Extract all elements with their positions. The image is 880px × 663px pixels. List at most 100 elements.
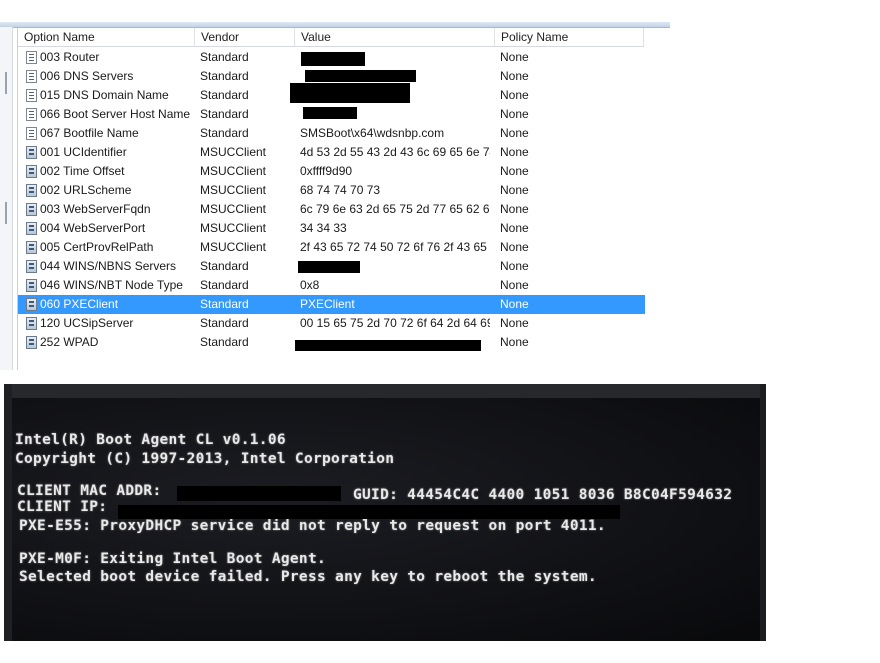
option-name-cell: 002 Time Offset (40, 164, 125, 178)
column-header-row: Option Name Vendor Value Policy Name (18, 28, 644, 47)
redaction-bar (295, 340, 481, 351)
policy-cell: None (500, 164, 529, 178)
policy-cell: None (500, 126, 529, 140)
monitor-bezel-top (4, 384, 766, 398)
vendor-cell: Standard (200, 50, 249, 64)
vendor-cell: Standard (200, 107, 249, 121)
vendor-option-icon (26, 260, 37, 273)
value-cell: 4d 53 2d 55 43 2d 43 6c 69 65 6e 74 (300, 145, 490, 159)
option-name-cell: 006 DNS Servers (40, 69, 134, 83)
option-row[interactable]: 046 WINS/NBT Node Type Standard 0x8 None (18, 276, 645, 295)
vendor-option-icon (26, 146, 37, 159)
option-row[interactable]: 004 WebServerPort MSUCClient 34 34 33 None (18, 219, 645, 238)
column-header-label: Policy Name (501, 30, 569, 44)
value-cell: 0xffff9d90 (300, 164, 353, 178)
option-name-cell: 067 Bootfile Name (40, 126, 139, 140)
option-row[interactable]: 002 Time Offset MSUCClient 0xffff9d90 None (18, 162, 645, 181)
option-row[interactable]: 003 WebServerFqdn MSUCClient 6c 79 6e 63 2… (18, 200, 645, 219)
option-name-cell: 060 PXEClient (40, 297, 119, 311)
vendor-option-icon (26, 222, 37, 235)
option-name-cell: 003 WebServerFqdn (40, 202, 151, 216)
option-row[interactable]: 120 UCSipServer Standard 00 15 65 75 2d 70… (18, 314, 645, 333)
policy-cell: None (500, 69, 529, 83)
redaction-bar (303, 107, 357, 119)
policy-cell: None (500, 107, 529, 121)
monitor-bezel-left (4, 384, 12, 641)
boot-agent-copyright: Copyright (C) 1997-2013, Intel Corporati… (15, 451, 395, 467)
policy-cell: None (500, 259, 529, 273)
option-name-cell: 046 WINS/NBT Node Type (40, 278, 183, 292)
client-mac-label: CLIENT MAC ADDR: (17, 483, 162, 499)
option-name-cell: 002 URLScheme (40, 183, 132, 197)
redaction-bar (177, 486, 341, 501)
value-cell: 68 74 74 70 73 (300, 183, 381, 197)
policy-cell: None (500, 278, 529, 292)
option-name-cell: 005 CertProvRelPath (40, 240, 154, 254)
vendor-cell: MSUCClient (200, 202, 267, 216)
vendor-cell: Standard (200, 278, 249, 292)
client-ip-label: CLIENT IP: (17, 499, 108, 515)
option-name-cell: 015 DNS Domain Name (40, 88, 169, 102)
standard-option-icon (26, 108, 37, 121)
redaction-bar (305, 70, 416, 82)
vendor-option-icon (26, 298, 37, 311)
dhcp-options-list-view: Option Name Vendor Value Policy Name 003… (0, 22, 671, 370)
splitter-grip[interactable] (5, 72, 7, 94)
option-row[interactable]: 002 URLScheme MSUCClient 68 74 74 70 73 Non… (18, 181, 645, 200)
vendor-option-icon (26, 336, 37, 349)
redaction-bar (290, 83, 410, 103)
column-header-vendor[interactable]: Vendor (195, 28, 295, 46)
policy-cell: None (500, 240, 529, 254)
boot-agent-version: Intel(R) Boot Agent CL v0.1.06 (15, 432, 286, 448)
column-header-option-name[interactable]: Option Name (18, 28, 195, 46)
redaction-bar (298, 261, 360, 273)
value-cell: SMSBoot\x64\wdsnbp.com (300, 126, 445, 140)
policy-cell: None (500, 202, 529, 216)
option-row[interactable]: 067 Bootfile Name Standard SMSBoot\x64\wds… (18, 124, 645, 143)
vendor-cell: MSUCClient (200, 145, 267, 159)
vendor-option-icon (26, 317, 37, 330)
policy-cell: None (500, 145, 529, 159)
client-guid: GUID: 44454C4C 4400 1051 8036 B8C04F5946… (353, 487, 733, 503)
policy-cell: None (500, 297, 529, 311)
pxe-error-e55: PXE-E55: ProxyDHCP service did not reply… (19, 518, 606, 534)
boot-failed-message: Selected boot device failed. Press any k… (19, 569, 597, 585)
value-cell: 6c 79 6e 63 2d 65 75 2d 77 65 62 69... (300, 202, 490, 216)
pxe-boot-screen-photo: Intel(R) Boot Agent CL v0.1.06 Copyright… (4, 384, 766, 641)
option-name-cell: 066 Boot Server Host Name (40, 107, 191, 121)
policy-cell: None (500, 221, 529, 235)
standard-option-icon (26, 89, 37, 102)
vendor-cell: MSUCClient (200, 221, 267, 235)
option-row[interactable]: 060 PXEClient Standard PXEClient None (18, 295, 645, 314)
pxe-message-m0f: PXE-M0F: Exiting Intel Boot Agent. (19, 551, 327, 567)
redaction-bar (118, 505, 620, 519)
option-name-cell: 044 WINS/NBNS Servers (40, 259, 177, 273)
vendor-cell: MSUCClient (200, 164, 267, 178)
value-cell: 34 34 33 (300, 221, 347, 235)
vendor-option-icon (26, 279, 37, 292)
column-header-label: Vendor (201, 30, 240, 44)
standard-option-icon (26, 51, 37, 64)
column-header-label: Value (301, 30, 331, 44)
standard-option-icon (26, 127, 37, 140)
splitter-grip[interactable] (5, 202, 7, 224)
monitor-bezel-right (760, 384, 766, 641)
redaction-bar (301, 52, 365, 66)
vendor-cell: Standard (200, 259, 249, 273)
column-header-value[interactable]: Value (295, 28, 495, 46)
option-row[interactable]: 001 UCIdentifier MSUCClient 4d 53 2d 55 43… (18, 143, 645, 162)
vendor-cell: Standard (200, 69, 249, 83)
vendor-cell: MSUCClient (200, 240, 267, 254)
vendor-option-icon (26, 203, 37, 216)
vendor-option-icon (26, 241, 37, 254)
standard-option-icon (26, 70, 37, 83)
option-name-cell: 120 UCSipServer (40, 316, 134, 330)
policy-cell: None (500, 50, 529, 64)
option-name-cell: 001 UCIdentifier (40, 145, 127, 159)
option-row[interactable]: 005 CertProvRelPath MSUCClient 2f 43 65 72… (18, 238, 645, 257)
value-cell: 00 15 65 75 2d 70 72 6f 64 2d 64 69... (300, 316, 490, 330)
policy-cell: None (500, 183, 529, 197)
vendor-cell: MSUCClient (200, 183, 267, 197)
column-header-policy-name[interactable]: Policy Name (495, 28, 644, 46)
policy-cell: None (500, 335, 529, 349)
